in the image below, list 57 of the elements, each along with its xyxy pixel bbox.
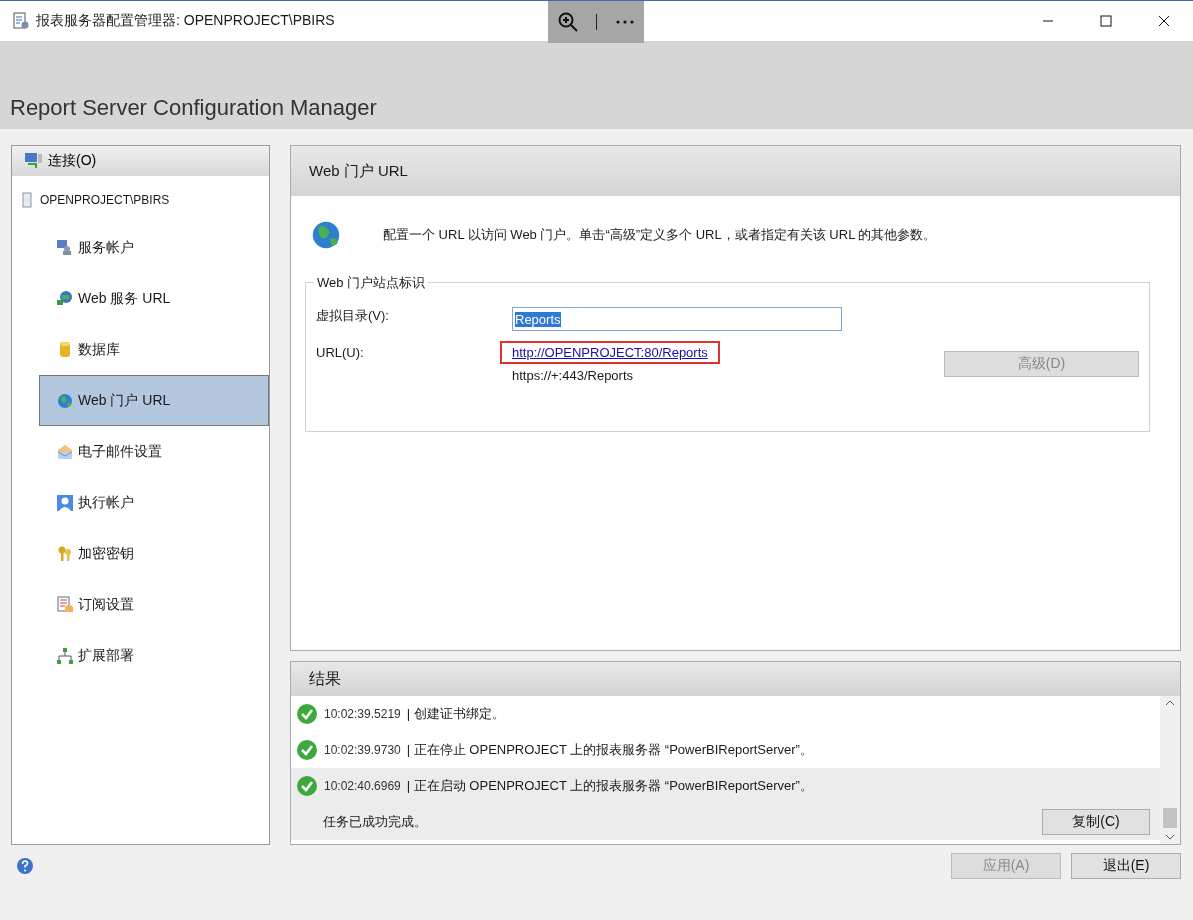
result-message: | 正在停止 OPENPROJECT 上的报表服务器 “PowerBIReportServer”。 [406, 741, 813, 760]
sidebar-item[interactable]: Web 门户 URL [39, 375, 269, 426]
panel-title: Web 门户 URL [309, 161, 408, 181]
footer-button[interactable]: 退出(E) [1071, 853, 1181, 879]
app-icon [12, 12, 30, 30]
close-icon[interactable] [1158, 15, 1170, 27]
field-label: 虚拟目录(V): [316, 307, 390, 325]
check-icon [296, 703, 318, 726]
computer-icon [24, 152, 44, 170]
copy-button[interactable]: 复制(C) [1042, 809, 1150, 836]
keys-icon [56, 544, 74, 563]
url-text: https://+:443/Reports [512, 368, 635, 383]
check-icon [296, 739, 318, 762]
window-title: 报表服务器配置管理器: OPENPROJECT\PBIRS [36, 12, 335, 30]
email-icon [56, 442, 74, 461]
sidebar-item[interactable]: 数据库 [39, 324, 269, 375]
scroll-up-icon[interactable] [1165, 700, 1175, 707]
description-text: 配置一个 URL 以访问 Web 门户。单击“高级”定义多个 URL，或者指定有关该 URL 的其他参数。 [383, 226, 937, 244]
more-icon[interactable] [615, 19, 636, 25]
check-icon [296, 775, 318, 798]
zoom-in-icon[interactable] [556, 11, 579, 33]
sidebar-item[interactable]: 服务帐户 [39, 222, 269, 273]
timestamp: 10:02:39.9730 [324, 743, 401, 758]
subscription-icon [56, 595, 74, 614]
url-link[interactable]: http://OPENPROJECT:80/Reports [500, 341, 720, 364]
sidebar-item[interactable]: 电子邮件设置 [39, 426, 269, 477]
scroll-down-icon[interactable] [1165, 834, 1175, 840]
status-text: 任务已成功完成。 [323, 813, 427, 832]
result-message: | 创建证书绑定。 [406, 705, 505, 724]
scrollbar[interactable] [1160, 696, 1180, 844]
timestamp: 10:02:39.5219 [324, 707, 401, 722]
input-field[interactable]: Reports [512, 307, 842, 331]
result-message: | 正在启动 OPENPROJECT 上的报表服务器 “PowerBIReportServer”。 [406, 777, 813, 796]
group-legend: Web 门户站点标识 [314, 274, 429, 292]
result-row[interactable]: 10:02:40.6969 | 正在启动 OPENPROJECT 上的报表服务器 “PowerBIReportServer”。 [291, 768, 1160, 805]
connect-button[interactable]: 连接(O) [12, 146, 269, 176]
scroll-thumb[interactable] [1163, 808, 1177, 828]
result-row[interactable]: 10:02:39.9730 | 正在停止 OPENPROJECT 上的报表服务器 “PowerBIReportServer”。 [291, 732, 1160, 769]
sidebar-item[interactable]: 扩展部署 [39, 630, 269, 681]
sidebar-item[interactable]: 订阅设置 [39, 579, 269, 630]
app-title: Report Server Configuration Manager [10, 95, 377, 121]
maximize-icon[interactable] [1100, 15, 1112, 27]
sidebar-item[interactable]: 加密密钥 [39, 528, 269, 579]
sidebar-item[interactable]: Web 服务 URL [39, 273, 269, 324]
server-name: OPENPROJECT\PBIRS [40, 193, 170, 207]
result-row[interactable]: 10:02:39.5219 | 创建证书绑定。 [291, 696, 1160, 733]
results-title: 结果 [309, 668, 341, 689]
timestamp: 10:02:40.6969 [324, 779, 401, 794]
webservice-icon [56, 289, 74, 308]
scaleout-icon [56, 646, 74, 665]
server-icon [22, 192, 32, 208]
account-icon [56, 238, 74, 257]
sidebar-item[interactable]: 执行帐户 [39, 477, 269, 528]
globe-icon [56, 391, 74, 410]
user-icon [56, 493, 74, 512]
help-icon[interactable] [16, 857, 34, 875]
field-label: URL(U): [316, 345, 365, 360]
